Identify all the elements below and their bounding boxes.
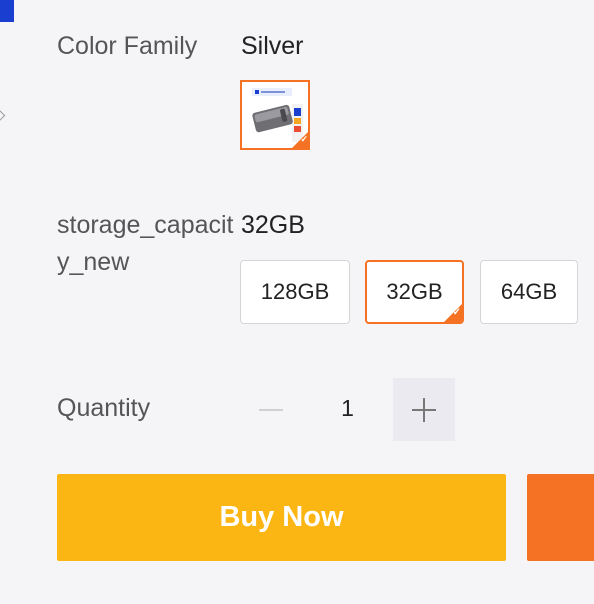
storage-capacity-label: storage_capacity_new	[57, 211, 234, 276]
selected-check-icon	[292, 132, 308, 148]
color-family-value: Silver	[241, 32, 304, 60]
quantity-label: Quantity	[57, 394, 151, 422]
minus-icon	[259, 408, 283, 411]
storage-option-label: 64GB	[500, 279, 558, 304]
chevron-right-icon[interactable]	[0, 107, 6, 124]
storage-option-64gb[interactable]: 64GB	[480, 260, 578, 324]
brand-edge-mark	[0, 0, 14, 22]
storage-option-label: 128GB	[260, 279, 330, 304]
quantity-value[interactable]: 1	[320, 390, 375, 427]
storage-capacity-value: 32GB	[241, 211, 305, 239]
storage-option-label: 32GB	[386, 279, 443, 304]
selected-check-icon	[444, 304, 462, 322]
plus-icon	[412, 397, 436, 422]
buy-now-button[interactable]: Buy Now	[57, 474, 506, 561]
color-swatch-silver[interactable]	[240, 80, 310, 150]
storage-option-32gb[interactable]: 32GB	[365, 260, 464, 324]
quantity-decrease-button[interactable]	[240, 378, 302, 441]
storage-option-128gb[interactable]: 128GB	[240, 260, 350, 324]
quantity-increase-button[interactable]	[393, 378, 455, 441]
add-to-cart-button[interactable]	[527, 474, 594, 561]
color-family-label: Color Family	[57, 32, 198, 60]
